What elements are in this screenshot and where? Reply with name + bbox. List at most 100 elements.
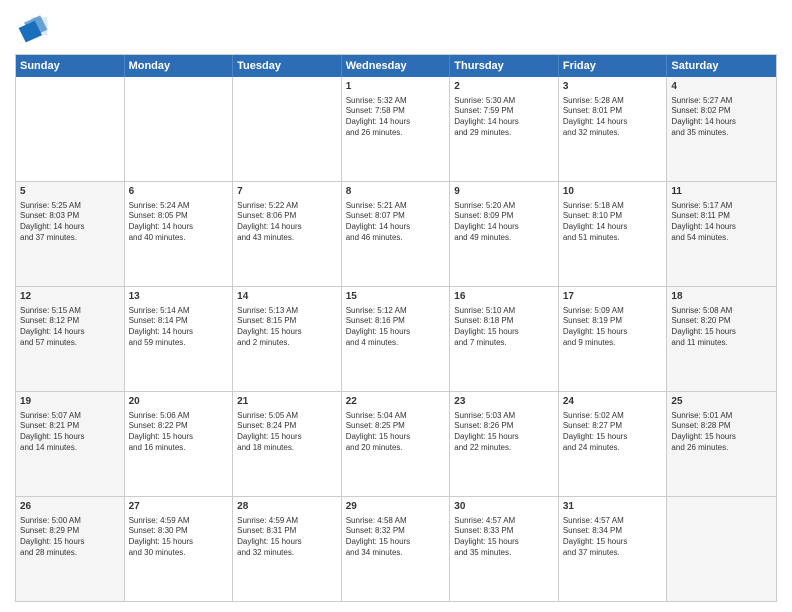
cell-text-line: Daylight: 15 hours (129, 537, 229, 548)
calendar-row-4: 26Sunrise: 5:00 AMSunset: 8:29 PMDayligh… (16, 496, 776, 601)
calendar-cell: 8Sunrise: 5:21 AMSunset: 8:07 PMDaylight… (342, 182, 451, 286)
cell-text-line: Daylight: 15 hours (237, 432, 337, 443)
cell-text-line: and 34 minutes. (346, 548, 446, 559)
cell-text-line: Sunset: 8:09 PM (454, 211, 554, 222)
header-day-thursday: Thursday (450, 55, 559, 77)
cell-text-line: Sunset: 8:30 PM (129, 526, 229, 537)
calendar-cell (125, 77, 234, 181)
cell-text-line: Daylight: 15 hours (237, 537, 337, 548)
cell-text-line: Sunrise: 5:17 AM (671, 201, 772, 212)
cell-text-line: Sunset: 8:10 PM (563, 211, 663, 222)
day-number: 16 (454, 290, 554, 304)
header-day-saturday: Saturday (667, 55, 776, 77)
cell-text-line: Daylight: 15 hours (671, 432, 772, 443)
calendar-cell: 3Sunrise: 5:28 AMSunset: 8:01 PMDaylight… (559, 77, 668, 181)
calendar-cell (16, 77, 125, 181)
day-number: 29 (346, 500, 446, 514)
cell-text-line: and 40 minutes. (129, 233, 229, 244)
day-number: 23 (454, 395, 554, 409)
cell-text-line: and 14 minutes. (20, 443, 120, 454)
cell-text-line: and 26 minutes. (671, 443, 772, 454)
cell-text-line: Sunset: 8:33 PM (454, 526, 554, 537)
cell-text-line: and 35 minutes. (454, 548, 554, 559)
cell-text-line: Daylight: 14 hours (671, 117, 772, 128)
cell-text-line: Daylight: 14 hours (346, 117, 446, 128)
day-number: 26 (20, 500, 120, 514)
cell-text-line: and 51 minutes. (563, 233, 663, 244)
cell-text-line: Daylight: 14 hours (20, 222, 120, 233)
day-number: 7 (237, 185, 337, 199)
cell-text-line: and 7 minutes. (454, 338, 554, 349)
cell-text-line: Sunset: 7:59 PM (454, 106, 554, 117)
cell-text-line: Sunrise: 5:21 AM (346, 201, 446, 212)
day-number: 19 (20, 395, 120, 409)
cell-text-line: and 29 minutes. (454, 128, 554, 139)
cell-text-line: and 37 minutes. (563, 548, 663, 559)
calendar-cell: 21Sunrise: 5:05 AMSunset: 8:24 PMDayligh… (233, 392, 342, 496)
cell-text-line: and 57 minutes. (20, 338, 120, 349)
day-number: 1 (346, 80, 446, 94)
cell-text-line: and 24 minutes. (563, 443, 663, 454)
day-number: 25 (671, 395, 772, 409)
calendar-cell: 30Sunrise: 4:57 AMSunset: 8:33 PMDayligh… (450, 497, 559, 601)
cell-text-line: Sunrise: 5:08 AM (671, 306, 772, 317)
calendar-cell: 28Sunrise: 4:59 AMSunset: 8:31 PMDayligh… (233, 497, 342, 601)
cell-text-line: Sunrise: 5:15 AM (20, 306, 120, 317)
cell-text-line: Daylight: 15 hours (454, 537, 554, 548)
cell-text-line: Daylight: 15 hours (20, 432, 120, 443)
calendar-cell: 12Sunrise: 5:15 AMSunset: 8:12 PMDayligh… (16, 287, 125, 391)
day-number: 6 (129, 185, 229, 199)
cell-text-line: Daylight: 14 hours (454, 117, 554, 128)
cell-text-line: Sunset: 8:28 PM (671, 421, 772, 432)
cell-text-line: Daylight: 15 hours (346, 537, 446, 548)
logo-icon (15, 10, 51, 46)
calendar-cell: 19Sunrise: 5:07 AMSunset: 8:21 PMDayligh… (16, 392, 125, 496)
cell-text-line: and 16 minutes. (129, 443, 229, 454)
calendar-cell: 14Sunrise: 5:13 AMSunset: 8:15 PMDayligh… (233, 287, 342, 391)
header-day-monday: Monday (125, 55, 234, 77)
calendar-cell: 16Sunrise: 5:10 AMSunset: 8:18 PMDayligh… (450, 287, 559, 391)
cell-text-line: Daylight: 15 hours (563, 537, 663, 548)
header-day-wednesday: Wednesday (342, 55, 451, 77)
cell-text-line: and 22 minutes. (454, 443, 554, 454)
cell-text-line: Sunset: 8:05 PM (129, 211, 229, 222)
cell-text-line: Sunrise: 5:27 AM (671, 96, 772, 107)
cell-text-line: Sunrise: 5:07 AM (20, 411, 120, 422)
cell-text-line: and 54 minutes. (671, 233, 772, 244)
day-number: 24 (563, 395, 663, 409)
calendar-cell: 5Sunrise: 5:25 AMSunset: 8:03 PMDaylight… (16, 182, 125, 286)
cell-text-line: Sunrise: 4:58 AM (346, 516, 446, 527)
calendar-cell: 26Sunrise: 5:00 AMSunset: 8:29 PMDayligh… (16, 497, 125, 601)
cell-text-line: Sunset: 8:19 PM (563, 316, 663, 327)
day-number: 2 (454, 80, 554, 94)
cell-text-line: and 20 minutes. (346, 443, 446, 454)
cell-text-line: Daylight: 14 hours (129, 222, 229, 233)
cell-text-line: and 9 minutes. (563, 338, 663, 349)
cell-text-line: Daylight: 15 hours (454, 432, 554, 443)
cell-text-line: Daylight: 15 hours (346, 327, 446, 338)
day-number: 13 (129, 290, 229, 304)
day-number: 8 (346, 185, 446, 199)
day-number: 12 (20, 290, 120, 304)
calendar-cell: 15Sunrise: 5:12 AMSunset: 8:16 PMDayligh… (342, 287, 451, 391)
cell-text-line: and 2 minutes. (237, 338, 337, 349)
cell-text-line: Sunset: 8:24 PM (237, 421, 337, 432)
calendar-cell: 7Sunrise: 5:22 AMSunset: 8:06 PMDaylight… (233, 182, 342, 286)
cell-text-line: and 28 minutes. (20, 548, 120, 559)
calendar-cell: 4Sunrise: 5:27 AMSunset: 8:02 PMDaylight… (667, 77, 776, 181)
cell-text-line: and 18 minutes. (237, 443, 337, 454)
calendar-cell: 31Sunrise: 4:57 AMSunset: 8:34 PMDayligh… (559, 497, 668, 601)
cell-text-line: and 43 minutes. (237, 233, 337, 244)
calendar-cell: 1Sunrise: 5:32 AMSunset: 7:58 PMDaylight… (342, 77, 451, 181)
cell-text-line: Daylight: 15 hours (129, 432, 229, 443)
cell-text-line: Daylight: 14 hours (671, 222, 772, 233)
cell-text-line: and 59 minutes. (129, 338, 229, 349)
calendar-body: 1Sunrise: 5:32 AMSunset: 7:58 PMDaylight… (16, 77, 776, 601)
cell-text-line: Sunrise: 5:04 AM (346, 411, 446, 422)
cell-text-line: and 32 minutes. (563, 128, 663, 139)
cell-text-line: Sunrise: 5:25 AM (20, 201, 120, 212)
day-number: 31 (563, 500, 663, 514)
calendar-cell: 11Sunrise: 5:17 AMSunset: 8:11 PMDayligh… (667, 182, 776, 286)
cell-text-line: Sunset: 8:18 PM (454, 316, 554, 327)
cell-text-line: Sunrise: 5:24 AM (129, 201, 229, 212)
